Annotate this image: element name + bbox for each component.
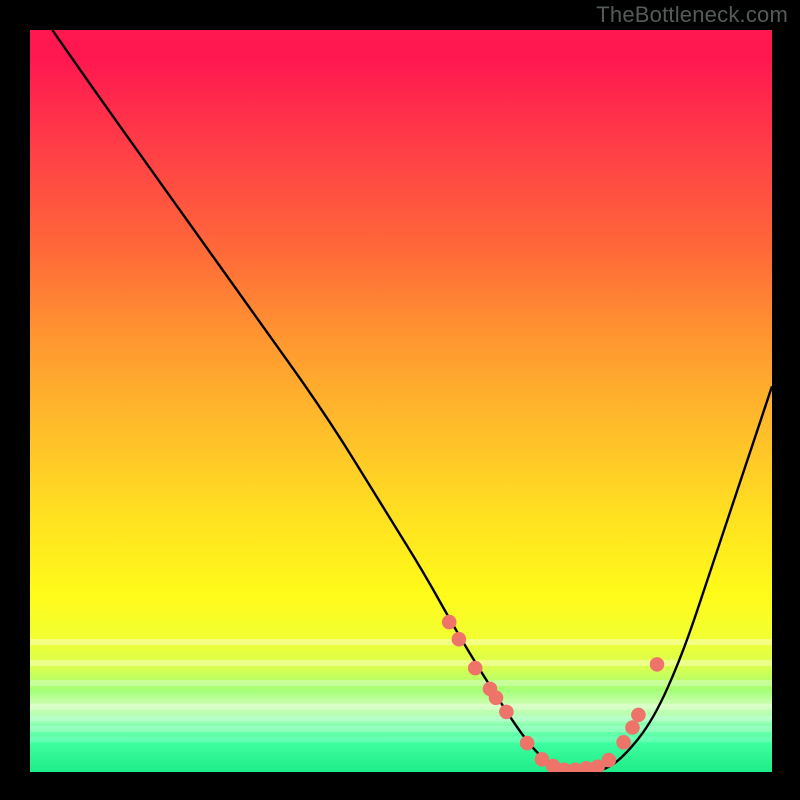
highlight-marker bbox=[625, 720, 640, 735]
highlight-marker bbox=[650, 657, 665, 672]
chart-frame: TheBottleneck.com bbox=[0, 0, 800, 800]
highlight-marker bbox=[489, 691, 504, 706]
highlight-marker bbox=[602, 753, 617, 768]
highlight-marker bbox=[520, 736, 535, 751]
highlight-marker bbox=[499, 705, 514, 720]
highlight-marker bbox=[468, 661, 483, 676]
plot-area bbox=[30, 30, 772, 772]
accent-band bbox=[30, 726, 772, 732]
accent-band bbox=[30, 736, 772, 742]
accent-bands-group bbox=[30, 639, 772, 742]
chart-svg-layer bbox=[30, 30, 772, 772]
accent-band bbox=[30, 680, 772, 686]
accent-band bbox=[30, 639, 772, 645]
accent-band bbox=[30, 716, 772, 722]
highlight-marker bbox=[616, 735, 631, 750]
highlight-marker bbox=[452, 632, 467, 647]
watermark-text: TheBottleneck.com bbox=[596, 2, 788, 28]
highlight-marker bbox=[442, 615, 457, 630]
highlight-marker bbox=[631, 708, 646, 723]
